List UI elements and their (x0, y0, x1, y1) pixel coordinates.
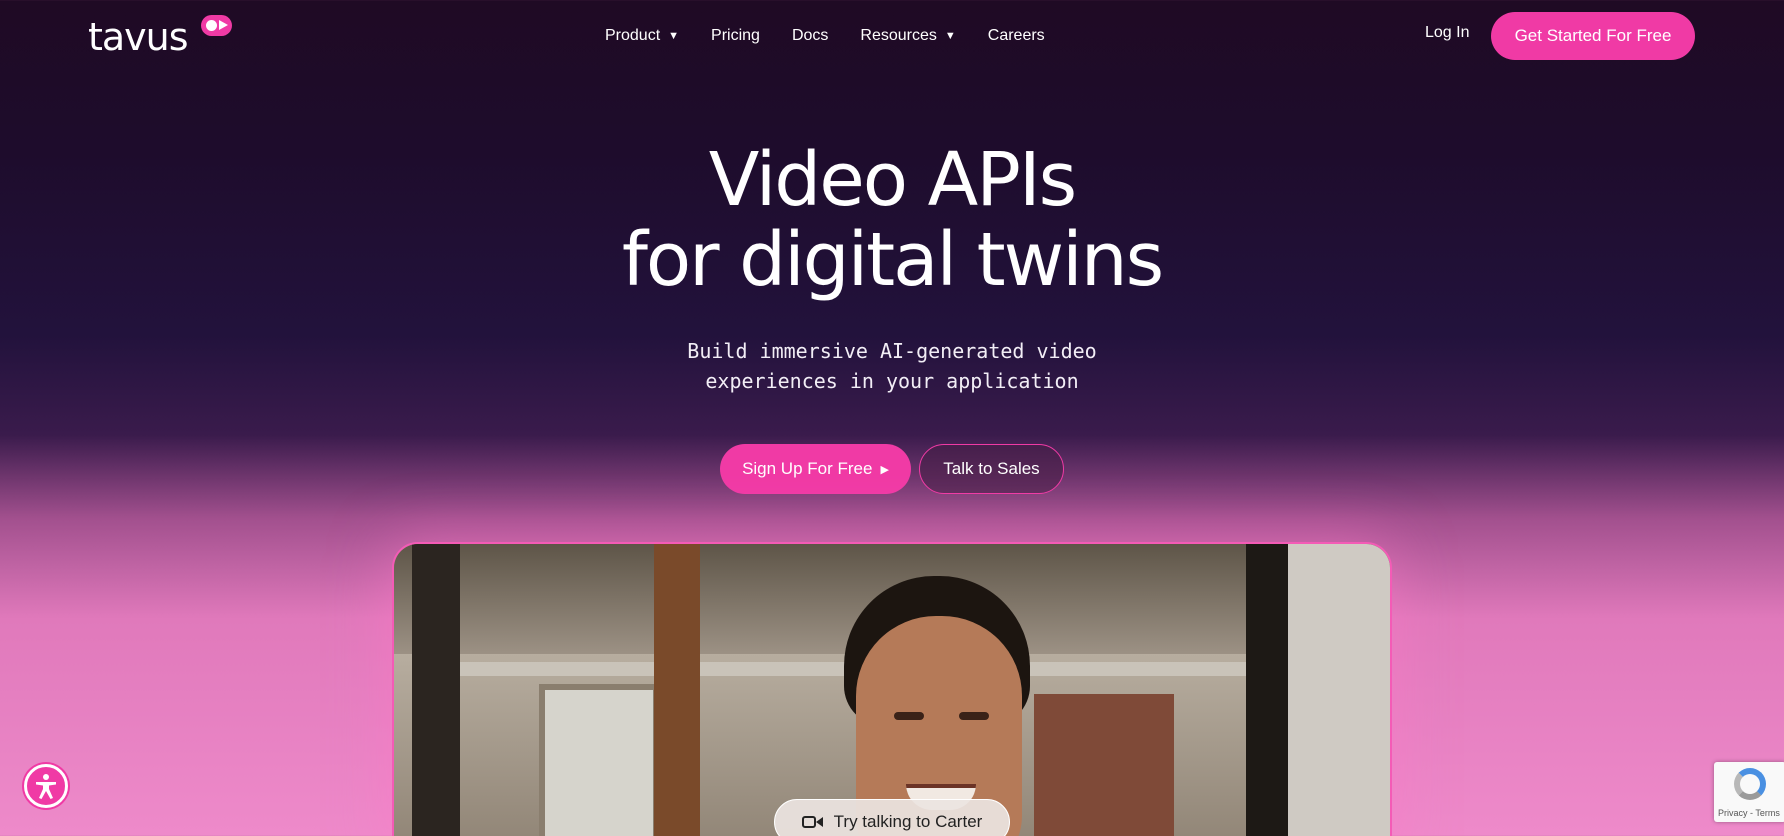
avatar-eye (959, 712, 989, 720)
nav-item-label: Careers (987, 27, 1045, 44)
login-link[interactable]: Log In (1425, 24, 1469, 42)
video-window (539, 684, 659, 836)
nav-item-docs[interactable]: Docs (792, 24, 828, 48)
nav-item-label: Product (605, 27, 661, 44)
caret-down-icon: ▼ (668, 30, 680, 42)
nav-item-resources[interactable]: Resources ▼ (860, 24, 955, 48)
hero-title: Video APIs for digital twins (0, 140, 1784, 300)
try-talking-label: Try talking to Carter (833, 812, 983, 831)
avatar-eye (894, 712, 924, 720)
recaptcha-badge[interactable]: Privacy - Terms (1714, 762, 1784, 822)
accessibility-button[interactable] (24, 764, 68, 808)
hero-title-line2: for digital twins (621, 217, 1164, 303)
video-right-wall (1288, 544, 1390, 836)
recaptcha-icon (1734, 768, 1766, 800)
accessibility-icon (36, 774, 56, 799)
recaptcha-terms: Privacy - Terms (1718, 808, 1780, 818)
get-started-button[interactable]: Get Started For Free (1491, 12, 1695, 60)
caret-down-icon: ▼ (944, 30, 956, 42)
main-menu: Product ▼ Pricing Docs Resources ▼ Caree… (605, 24, 1077, 48)
video-post-right (1246, 544, 1288, 836)
hero-subtitle-line2: experiences in your application (705, 369, 1079, 393)
nav-item-product[interactable]: Product ▼ (605, 24, 679, 48)
hero-subtitle: Build immersive AI-generated video exper… (0, 336, 1784, 396)
video-brick-wall (1034, 694, 1174, 836)
nav-item-label: Resources (860, 27, 937, 44)
try-talking-button[interactable]: Try talking to Carter (774, 799, 1010, 836)
play-icon: ▶ (880, 463, 889, 476)
sign-up-label: Sign Up For Free (742, 459, 873, 478)
nav-item-careers[interactable]: Careers (988, 24, 1045, 48)
hero-title-line1: Video APIs (708, 137, 1077, 223)
nav-item-pricing[interactable]: Pricing (711, 24, 760, 48)
video-camera-icon (801, 814, 824, 830)
video-post-left (412, 544, 460, 836)
top-nav: tavus Product ▼ Pricing Docs Resources ▼… (0, 0, 1784, 72)
logo-wordmark: tavus (88, 15, 189, 59)
talk-to-sales-button[interactable]: Talk to Sales (919, 444, 1064, 494)
nav-item-label: Docs (791, 27, 829, 44)
nav-item-label: Pricing (711, 27, 760, 44)
tavus-logo[interactable]: tavus (88, 14, 232, 60)
hero-subtitle-line1: Build immersive AI-generated video (687, 339, 1097, 363)
demo-video[interactable] (392, 542, 1392, 836)
sign-up-button[interactable]: Sign Up For Free ▶ (720, 444, 911, 494)
video-beam (654, 544, 700, 836)
logo-record-icon (201, 15, 232, 36)
